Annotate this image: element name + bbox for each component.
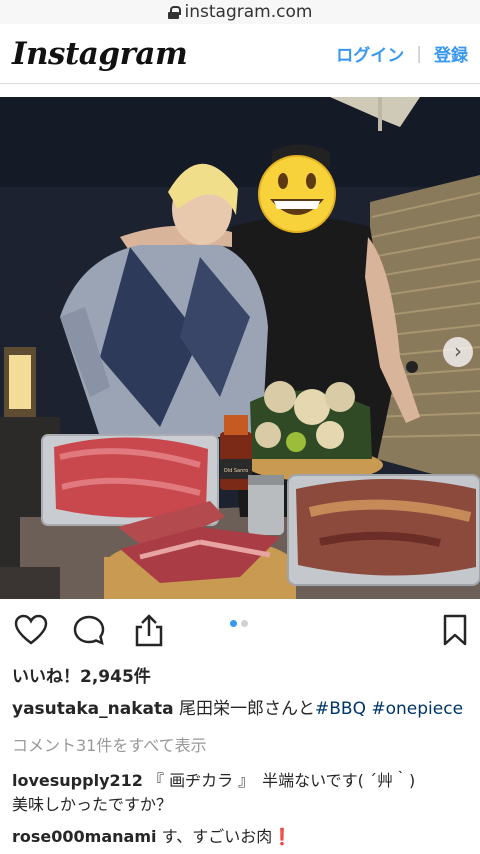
comment: rose000manami す、すごいお肉❗ <box>12 825 472 849</box>
bbq-photo-illustration: Old Sanro <box>0 97 480 599</box>
carousel-dot <box>241 620 248 627</box>
exclamation-emoji: ❗ <box>272 827 293 846</box>
like-count[interactable]: いいね！2,945件 <box>12 662 151 687</box>
bottle-label: Old Sanro <box>224 468 249 474</box>
url-text: instagram.com <box>184 2 313 22</box>
comment-username[interactable]: rose000manami <box>12 827 156 846</box>
carousel-indicator <box>230 620 248 627</box>
comment-text: 『 画ヂカラ 』 半端ないです( ´艸｀) <box>147 771 416 790</box>
instagram-logo[interactable]: Instagram <box>12 36 188 72</box>
post-actions <box>0 612 480 652</box>
post-caption: yasutaka_nakata 尾田栄一郎さんと#BBQ #onepiece <box>12 698 472 720</box>
signup-link[interactable]: 登録 <box>434 41 468 66</box>
auth-links: ログイン | 登録 <box>336 41 468 67</box>
carousel-next-button[interactable]: › <box>443 337 473 367</box>
caption-text: 尾田栄一郎さんと <box>179 699 316 719</box>
grinning-face-emoji <box>258 155 336 233</box>
login-link[interactable]: ログイン <box>336 41 404 66</box>
app-header: Instagram ログイン | 登録 <box>0 24 480 84</box>
comment: lovesupply212 『 画ヂカラ 』 半端ないです( ´艸｀) 美味しか… <box>12 769 472 817</box>
comment-text: す、すごいお肉 <box>161 827 273 846</box>
caption-username[interactable]: yasutaka_nakata <box>12 699 174 719</box>
comment-username[interactable]: lovesupply212 <box>12 771 143 790</box>
bookmark-icon[interactable] <box>442 614 468 646</box>
post-photo[interactable]: Old Sanro <box>0 97 480 599</box>
comment-text-line2: 美味しかったですか？ <box>12 795 173 814</box>
chevron-right-icon: › <box>454 339 462 363</box>
divider: | <box>416 43 422 64</box>
heart-icon[interactable] <box>14 614 48 646</box>
hashtag-link[interactable]: #BBQ <box>315 699 366 719</box>
comment-icon[interactable] <box>72 614 106 646</box>
view-all-comments-link[interactable]: コメント31件をすべて表示 <box>12 732 207 756</box>
hashtag-link[interactable]: #onepiece <box>371 699 463 719</box>
browser-url-bar[interactable]: instagram.com <box>0 0 480 24</box>
lock-icon <box>167 5 181 19</box>
share-icon[interactable] <box>132 614 166 648</box>
carousel-dot-active <box>230 620 237 627</box>
